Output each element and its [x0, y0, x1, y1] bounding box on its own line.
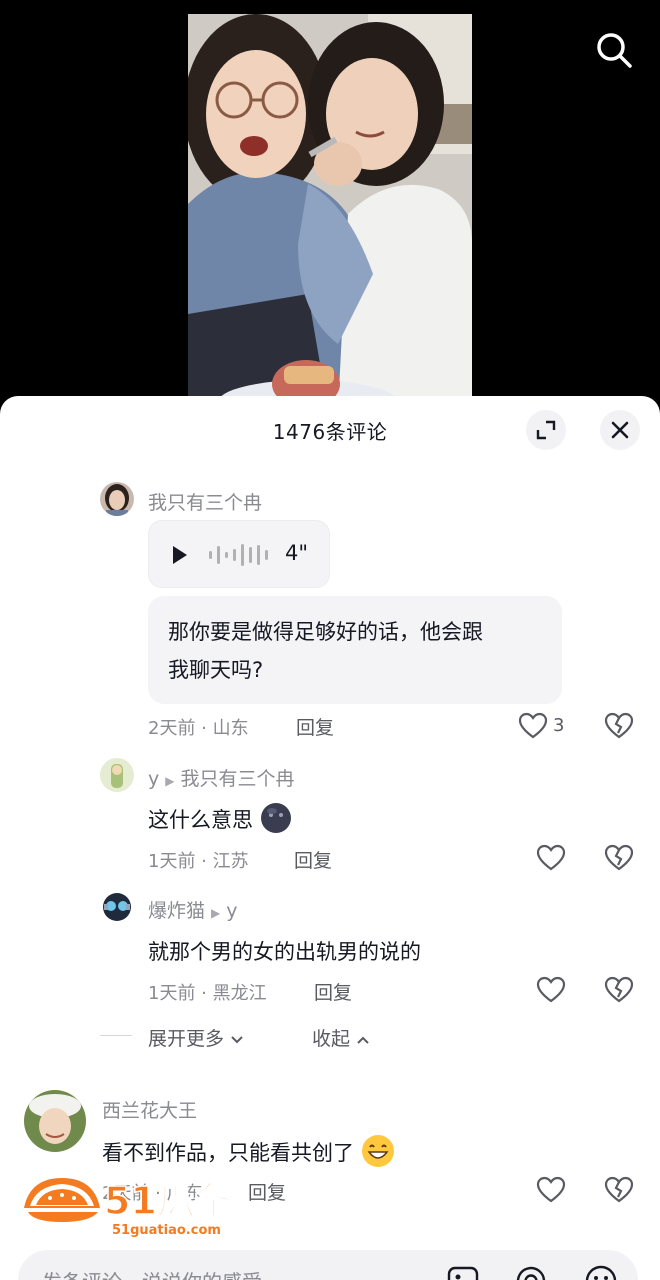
comment-text-line: 那你要是做得足够好的话，他会跟	[168, 620, 483, 644]
comment-input-placeholder[interactable]: 发条评论，说说你的感受	[42, 1266, 262, 1280]
expand-more-label: 展开更多	[148, 1028, 225, 1050]
reply-arrow-icon: ▶	[211, 906, 221, 920]
comment-text-content: 这什么意思	[148, 808, 253, 832]
heart-icon[interactable]	[536, 843, 566, 873]
comment-text-line: 我聊天吗?	[168, 658, 264, 682]
comment-username[interactable]: 我只有三个冉	[148, 488, 262, 515]
collapse-button[interactable]: 收起	[312, 1024, 370, 1051]
comment-text: 看不到作品，只能看共创了	[102, 1134, 395, 1168]
waveform-icon	[209, 544, 268, 566]
expand-sheet-button[interactable]	[526, 410, 566, 450]
video-player[interactable]	[0, 0, 660, 410]
reply-arrow-icon: ▶	[165, 774, 175, 788]
avatar[interactable]	[100, 758, 134, 792]
reply-button[interactable]: 回复	[248, 1178, 286, 1205]
comment-sheet: 1476条评论 我只有三个冉 4" 那你要是做得足够好的话，他会跟 我聊天吗? …	[0, 396, 660, 1280]
chevron-up-icon	[357, 1036, 369, 1044]
expand-icon	[536, 420, 556, 440]
close-icon	[611, 421, 629, 439]
reply-header: 爆炸猫 ▶ y	[148, 896, 238, 923]
comment-username[interactable]: y	[148, 768, 159, 790]
comment-text: 这什么意思	[148, 802, 292, 834]
comment-username[interactable]: 西兰花大王	[102, 1096, 197, 1123]
play-icon	[173, 546, 187, 564]
image-icon[interactable]	[446, 1264, 480, 1280]
search-icon[interactable]	[594, 30, 634, 70]
watermark-logo: 51瓜条 51guatiao.com	[22, 1172, 234, 1242]
thread-divider	[100, 1035, 132, 1036]
reply-button[interactable]: 回复	[296, 713, 334, 740]
reply-to-username[interactable]: 我只有三个冉	[180, 768, 294, 790]
watermark-url: 51guatiao.com	[112, 1223, 221, 1238]
grin-emoji-icon	[361, 1135, 394, 1167]
heart-icon[interactable]	[536, 1175, 566, 1205]
like-count: 3	[553, 715, 565, 736]
comment-text-bubble: 那你要是做得足够好的话，他会跟 我聊天吗?	[148, 596, 562, 704]
expand-more-button[interactable]: 展开更多	[148, 1024, 244, 1051]
emoji-icon[interactable]	[584, 1264, 618, 1280]
broken-heart-icon[interactable]	[604, 711, 634, 741]
comment-meta: 2天前 · 山东	[148, 718, 249, 739]
voice-message[interactable]: 4"	[148, 520, 330, 588]
voice-duration: 4"	[285, 541, 309, 565]
chevron-down-icon	[231, 1036, 243, 1044]
broken-heart-icon[interactable]	[604, 1175, 634, 1205]
dark-face-emoji-icon	[260, 803, 291, 833]
heart-icon[interactable]	[536, 975, 566, 1005]
avatar[interactable]	[100, 482, 134, 516]
comment-meta: 1天前 · 黑龙江	[148, 983, 267, 1004]
reply-button[interactable]: 回复	[314, 978, 352, 1005]
reply-button[interactable]: 回复	[294, 846, 332, 873]
comment-text: 就那个男的女的出轨男的说的	[148, 940, 421, 964]
comment-input-bar[interactable]: 发条评论，说说你的感受	[18, 1250, 638, 1280]
at-mention-icon[interactable]	[514, 1264, 548, 1280]
reply-header: y ▶ 我只有三个冉	[148, 764, 295, 791]
comment-meta: 1天前 · 江苏	[148, 851, 249, 872]
close-button[interactable]	[600, 410, 640, 450]
avatar[interactable]	[100, 890, 134, 924]
broken-heart-icon[interactable]	[604, 975, 634, 1005]
video-thumbnail[interactable]	[188, 14, 472, 410]
broken-heart-icon[interactable]	[604, 843, 634, 873]
collapse-label: 收起	[312, 1028, 351, 1050]
watermark-brand: 51瓜条	[104, 1179, 228, 1223]
avatar[interactable]	[24, 1090, 86, 1152]
heart-icon[interactable]	[518, 711, 548, 741]
comment-username[interactable]: 爆炸猫	[148, 900, 205, 922]
reply-to-username[interactable]: y	[226, 900, 237, 922]
comment-text-content: 看不到作品，只能看共创了	[102, 1141, 354, 1165]
